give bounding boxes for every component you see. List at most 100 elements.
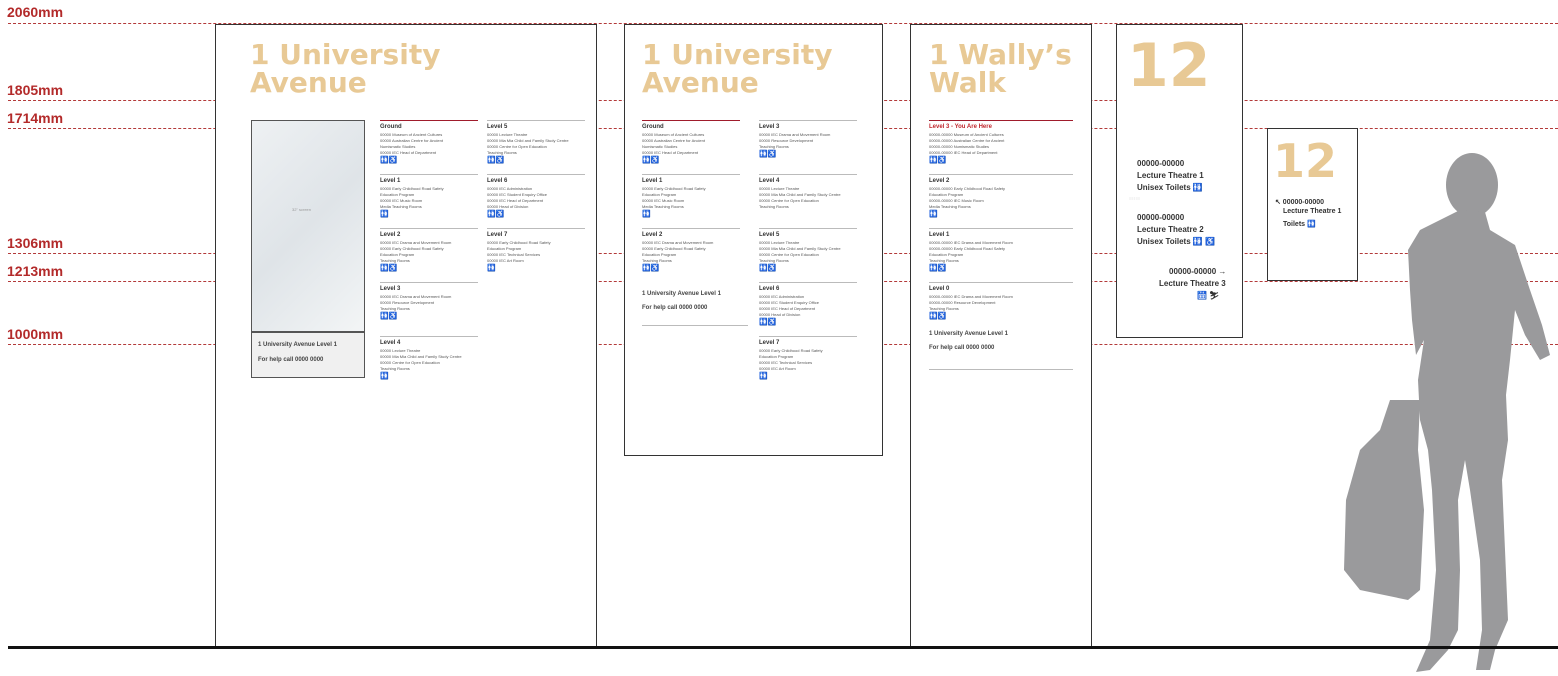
- height-label-1000: 1000mm: [7, 326, 64, 342]
- facility-icons: 🚻♿: [642, 157, 660, 164]
- facility-icons: 🚻: [759, 373, 768, 380]
- section-heading: Level 5: [759, 232, 780, 238]
- directory-section: Level 3 00000 IEC Drama and Movement Room…: [759, 120, 857, 172]
- directory-section: Level 6 00000 IEC Administration 00000 IEC…: [759, 282, 857, 334]
- directory-section: Level 6 00000 IEC Administration 00000 IEC…: [487, 174, 585, 226]
- section-heading: Level 3: [380, 286, 401, 292]
- digital-screen: 32" screen: [251, 120, 365, 332]
- directory-section: Level 2 00000-00000 Early Childhood Road …: [929, 174, 1073, 226]
- facility-icons: 🚻♿: [929, 265, 947, 272]
- sign-directory: 1 University Avenue Ground 00000 Museum o…: [624, 24, 883, 456]
- sign1-column-left: Ground 00000 Museum of Ancient Cultures 00…: [380, 120, 478, 390]
- sign4-number: 12: [1127, 31, 1211, 101]
- directory-section: Level 1 00000-00000 IEC Drama and Movemen…: [929, 228, 1073, 280]
- facility-icons: 🚻♿: [759, 151, 777, 158]
- sign4-entry1-toilets: Unisex Toilets 🚻: [1137, 183, 1203, 192]
- sign3-footer-location: 1 University Avenue Level 1: [929, 331, 1008, 337]
- directory-section: Level 5 00000 Lecture Theatre 00000 Mia Mi…: [487, 120, 585, 172]
- section-heading: Level 7: [759, 340, 780, 346]
- height-label-1213: 1213mm: [7, 263, 64, 279]
- sign3-footer: 1 University Avenue Level 1 For help cal…: [929, 331, 1073, 370]
- sign3-footer-rule: [929, 369, 1073, 370]
- facility-icons: 🚻♿: [487, 157, 505, 164]
- facility-icons: 🚻♿: [380, 157, 398, 164]
- directory-section: Level 2 00000 IEC Drama and Movement Room…: [380, 228, 478, 280]
- section-heading: Ground: [380, 124, 402, 130]
- sign5-toilets: Toilets 🚻: [1283, 221, 1316, 228]
- directory-section: Level 7 00000 Early Childhood Road Safety…: [487, 228, 585, 280]
- directory-section: Ground 00000 Museum of Ancient Cultures 00…: [380, 120, 478, 172]
- facility-icons: 🚻: [380, 211, 389, 218]
- section-heading: Level 1: [380, 178, 401, 184]
- directory-section: Level 1 00000 Early Childhood Road Safety…: [642, 174, 740, 226]
- sign2-footer-location: 1 University Avenue Level 1: [642, 291, 721, 297]
- section-heading: Level 7: [487, 232, 508, 238]
- section-heading: Ground: [642, 124, 664, 130]
- facility-icons: 🚻♿: [929, 313, 947, 320]
- directory-section: Ground 00000 Museum of Ancient Cultures 00…: [642, 120, 740, 172]
- facility-icons: 🚻♿: [487, 211, 505, 218]
- section-heading: Level 4: [380, 340, 401, 346]
- facility-icons: 🚻: [642, 211, 651, 218]
- sign2-column-left: Ground 00000 Museum of Ancient Cultures 00…: [642, 120, 740, 282]
- section-heading: Level 1: [642, 178, 663, 184]
- screen-caption: 32" screen: [292, 207, 311, 212]
- facility-icons: 🚻♿: [380, 313, 398, 320]
- section-heading: Level 5: [487, 124, 508, 130]
- directory-section: Level 4 00000 Lecture Theatre 00000 Mia Mi…: [380, 336, 478, 388]
- section-heading: Level 4: [759, 178, 780, 184]
- section-heading: Level 2: [380, 232, 401, 238]
- sign4-entry1-name: Lecture Theatre 1: [1137, 171, 1204, 180]
- sign2-footer: 1 University Avenue Level 1 For help cal…: [642, 291, 748, 326]
- directory-section: Level 3 - You Are Here 00000-00000 Museum…: [929, 120, 1073, 172]
- sign4-entry2-name: Lecture Theatre 2: [1137, 225, 1204, 234]
- sign3-column: Level 3 - You Are Here 00000-00000 Museum…: [929, 120, 1073, 336]
- facility-icons: 🚻: [487, 265, 496, 272]
- height-label-1714: 1714mm: [7, 110, 64, 126]
- facility-icons: 🚻: [380, 373, 389, 380]
- directory-section: Level 2 00000 IEC Drama and Movement Room…: [642, 228, 740, 280]
- sign1-column-right: Level 5 00000 Lecture Theatre 00000 Mia Mi…: [487, 120, 585, 282]
- sign3-title: 1 Wally’s Walk: [929, 38, 1072, 99]
- facility-icons: 🚻: [929, 211, 938, 218]
- human-scale-silhouette: [1344, 153, 1550, 672]
- sign3-footer-help: For help call 0000 0000: [929, 345, 995, 351]
- directory-section: Level 4 00000 Lecture Theatre 00000 Mia Mi…: [759, 174, 857, 226]
- directory-section: Level 1 00000 Early Childhood Road Safety…: [380, 174, 478, 226]
- section-heading: Level 1: [929, 232, 950, 238]
- screen-footer-help: For help call 0000 0000: [258, 357, 324, 363]
- sign2-title: 1 University Avenue: [642, 38, 833, 99]
- directory-entry: Teaching Rooms: [759, 204, 789, 209]
- sign5-code: ↖ 00000-00000: [1275, 199, 1325, 206]
- directory-section: Level 5 00000 Lecture Theatre 00000 Mia Mi…: [759, 228, 857, 280]
- sign4-entry3-code: 00000-00000 →: [1169, 267, 1227, 276]
- sign2-column-right: Level 3 00000 IEC Drama and Movement Room…: [759, 120, 857, 390]
- sign-directory-screen: 1 University Avenue 32" screen 1 Univers…: [215, 24, 597, 648]
- directory-section: Level 0 00000-00000 IEC Drama and Movemen…: [929, 282, 1073, 334]
- height-label-1805: 1805mm: [7, 82, 64, 98]
- section-heading: Level 6: [759, 286, 780, 292]
- sign4-entry2-code: 00000-00000: [1137, 213, 1185, 222]
- section-heading: Level 0: [929, 286, 950, 292]
- sign4-entry3-name: Lecture Theatre 3: [1159, 279, 1226, 288]
- directory-section: Level 3 00000 IEC Drama and Movement Room…: [380, 282, 478, 334]
- sign-room-directional: 12 00000-00000 Lecture Theatre 1 Unisex …: [1116, 24, 1243, 338]
- section-heading: Level 2: [929, 178, 950, 184]
- section-heading: Level 2: [642, 232, 663, 238]
- sign1-title: 1 University Avenue: [250, 38, 441, 99]
- floor-line: [8, 646, 1558, 649]
- directory-section: Level 7 00000 Early Childhood Road Safety…: [759, 336, 857, 388]
- screen-footer-location: 1 University Avenue Level 1: [258, 342, 337, 348]
- height-label-1306: 1306mm: [7, 235, 64, 251]
- sign2-footer-rule: [642, 325, 748, 326]
- facility-icons: 🚻♿: [759, 265, 777, 272]
- screen-footer: 1 University Avenue Level 1 For help cal…: [251, 332, 365, 378]
- lift-stairs-icons: 🛗 ⛷: [1197, 291, 1220, 300]
- facility-icons: 🚻♿: [642, 265, 660, 272]
- facility-icons: 🚻♿: [380, 265, 398, 272]
- facility-icons: 🚻♿: [759, 319, 777, 326]
- sign2-footer-help: For help call 0000 0000: [642, 305, 708, 311]
- braille-dots: ⠿⠿⠿⠿⠿: [1129, 197, 1140, 201]
- facility-icons: 🚻♿: [929, 157, 947, 164]
- section-heading: Level 3 - You Are Here: [929, 124, 992, 130]
